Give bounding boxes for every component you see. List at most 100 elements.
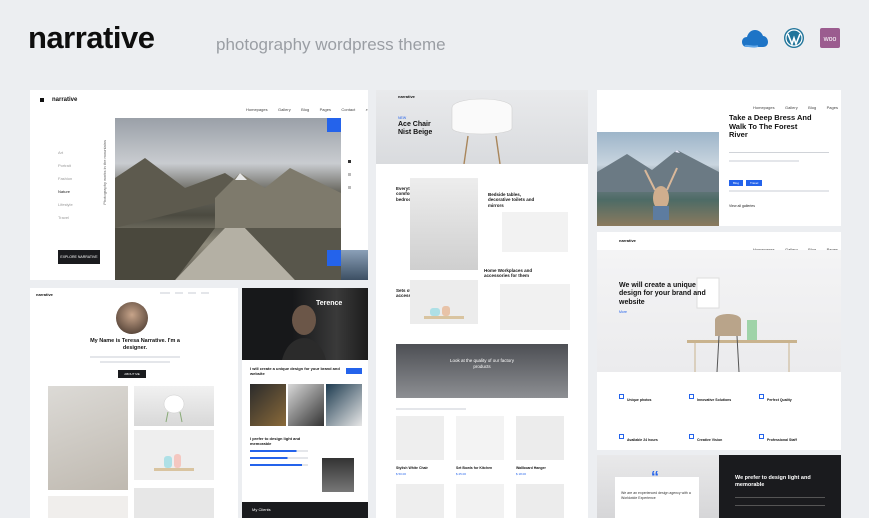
share-button[interactable] bbox=[327, 118, 341, 132]
preview-card-furniture: narrative NEW Ace Chair Nist Beige Every… bbox=[376, 90, 588, 518]
nav-item[interactable]: Gallery bbox=[785, 105, 798, 110]
preview-card-agency: narrative Homepages Gallery Blog Pages C… bbox=[597, 232, 841, 450]
cloud-icon bbox=[741, 27, 769, 54]
bedroom-image bbox=[410, 178, 478, 270]
tag[interactable]: Blog bbox=[729, 180, 744, 186]
feature-icon bbox=[759, 394, 764, 400]
product-name[interactable]: Stylish White Chair bbox=[396, 466, 428, 470]
tag[interactable]: Travel bbox=[746, 180, 763, 186]
tagline: photography wordpress theme bbox=[216, 35, 446, 54]
workplace-image bbox=[500, 284, 570, 330]
feature-item: Available 24 hours bbox=[619, 428, 689, 446]
nav-item[interactable]: Pages bbox=[320, 107, 331, 112]
wordpress-icon bbox=[783, 27, 805, 54]
svg-text:woo: woo bbox=[823, 36, 837, 43]
post-tags: Blog Travel bbox=[729, 180, 763, 186]
bedroom-image bbox=[48, 386, 128, 490]
card-logo: narrative bbox=[619, 238, 636, 243]
dot[interactable] bbox=[348, 173, 351, 176]
quote-icon: “ bbox=[651, 469, 659, 486]
clients-footer: My Clients bbox=[242, 502, 368, 518]
product-image[interactable] bbox=[396, 484, 444, 518]
workspace-hero-image bbox=[597, 250, 841, 373]
feature-icon bbox=[689, 394, 694, 400]
product-image[interactable] bbox=[456, 484, 504, 518]
product-image[interactable] bbox=[516, 416, 564, 460]
about-button[interactable]: ABOUT ME bbox=[118, 370, 146, 378]
nav-item[interactable]: Homepages bbox=[753, 105, 775, 110]
portrait-thumb-image bbox=[322, 458, 354, 492]
about-headline: I prefer to design light and memorable bbox=[250, 436, 301, 446]
card-logo: narrative bbox=[398, 94, 415, 99]
side-item[interactable]: Travel bbox=[58, 215, 73, 220]
hero-name: Terence bbox=[316, 300, 343, 307]
product-image[interactable] bbox=[456, 416, 504, 460]
feature-item: Professional Staff bbox=[759, 428, 829, 446]
feature-icon bbox=[689, 434, 694, 440]
mountain-landscape-image bbox=[115, 118, 341, 280]
nav-item[interactable]: Blog bbox=[301, 107, 309, 112]
contact-button[interactable] bbox=[346, 368, 362, 374]
side-item[interactable]: Fashion bbox=[58, 176, 73, 181]
side-item[interactable]: Portrait bbox=[58, 163, 73, 168]
card-logo: narrative bbox=[52, 97, 78, 103]
preview-card-personal: Terence I will create a unique design fo… bbox=[242, 288, 368, 518]
card-nav bbox=[160, 292, 209, 294]
feature-title: Bedside tables, decorative toilets and m… bbox=[488, 192, 535, 208]
quote-text: We are an experienced design agency with… bbox=[621, 491, 691, 500]
product-name[interactable]: Wallboard Hanger bbox=[516, 466, 546, 470]
feature-item: Creative Vision bbox=[689, 428, 759, 446]
product-price: $ 18.00 bbox=[516, 472, 527, 476]
slide-dots bbox=[348, 160, 351, 189]
traveler-image bbox=[597, 132, 719, 226]
dark-title: We prefer to design light and memorable bbox=[735, 475, 811, 488]
side-item[interactable]: Art bbox=[58, 150, 73, 155]
view-all-link[interactable]: View all galleries bbox=[729, 204, 755, 208]
product-image[interactable] bbox=[516, 484, 564, 518]
platform-icons: woo bbox=[741, 27, 841, 54]
hero-headline: I will create a unique design for your b… bbox=[250, 366, 340, 376]
card-logo: narrative bbox=[36, 292, 53, 297]
page: narrative photography wordpress theme wo… bbox=[0, 0, 869, 518]
nav-item[interactable]: Homepages bbox=[246, 107, 268, 112]
preview-card-travel: Homepages Gallery Blog Pages Take a Deep… bbox=[597, 90, 841, 226]
portrait-hero-image bbox=[242, 288, 368, 360]
feature-grid: Unique photos Innovative Solutions Perfe… bbox=[619, 388, 829, 446]
product-image[interactable] bbox=[396, 416, 444, 460]
skill-bars bbox=[250, 450, 308, 471]
dot[interactable] bbox=[348, 160, 351, 163]
dark-section: We prefer to design light and memorable bbox=[719, 455, 841, 518]
product-name[interactable]: Set Bowls for Kitchen bbox=[456, 466, 492, 470]
agency-headline: We will create a unique design for your … bbox=[619, 282, 706, 306]
portfolio-strip bbox=[250, 384, 362, 426]
vertical-title: Photography works in the mountains bbox=[102, 140, 107, 205]
preview-card-portfolio: narrative My Name is Teresa Narrative. I… bbox=[30, 288, 238, 518]
product-title: Ace Chair Nist Beige bbox=[398, 121, 433, 136]
dot[interactable] bbox=[348, 186, 351, 189]
preview-card-landscape: narrative Homepages Gallery Blog Pages C… bbox=[30, 90, 368, 280]
side-item[interactable]: Nature bbox=[58, 189, 73, 194]
more-link[interactable]: More bbox=[619, 310, 627, 314]
nav-item[interactable]: Contact bbox=[341, 107, 355, 112]
side-item[interactable]: Lifestyle bbox=[58, 202, 73, 207]
feature-title: Home Workplaces and accessories for them bbox=[484, 268, 533, 279]
vases-image bbox=[134, 430, 214, 480]
nav-item[interactable]: Pages bbox=[827, 105, 838, 110]
next-arrow-button[interactable] bbox=[327, 250, 341, 266]
nav-item[interactable]: Gallery bbox=[278, 107, 291, 112]
search-icon[interactable]: ⌕ bbox=[366, 107, 368, 112]
explore-button[interactable]: EXPLORE NARRATIVE bbox=[58, 250, 100, 264]
feature-item: Innovative Solutions bbox=[689, 388, 759, 406]
factory-banner-image bbox=[396, 344, 568, 398]
feature-item: Unique photos bbox=[619, 388, 689, 406]
gallery-image bbox=[134, 488, 214, 518]
feature-icon bbox=[619, 434, 624, 440]
table-image bbox=[502, 212, 568, 252]
new-badge: NEW bbox=[398, 116, 407, 120]
gallery-image bbox=[48, 496, 128, 518]
post-title: Take a Deep Bress And Walk To The Forest… bbox=[729, 113, 812, 140]
preview-card-quote: “ We are an experienced design agency wi… bbox=[597, 455, 841, 518]
card-nav: Homepages Gallery Blog Pages Contact ⌕ bbox=[240, 98, 368, 116]
nav-item[interactable]: Blog bbox=[808, 105, 816, 110]
avatar bbox=[116, 302, 148, 334]
